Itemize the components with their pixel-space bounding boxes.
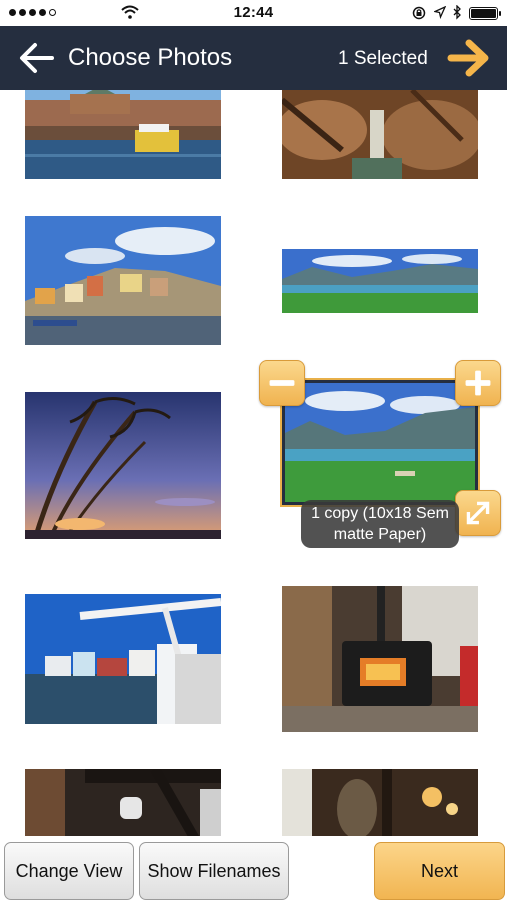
caption-line-1: 1 copy (10x18 Sem <box>311 505 449 522</box>
change-view-button[interactable]: Change View <box>4 842 134 900</box>
photo-thumbnail-valley[interactable] <box>282 249 478 313</box>
photo-thumbnail-harbor[interactable] <box>25 90 221 179</box>
photo-thumbnail-canyon[interactable] <box>282 90 478 179</box>
status-time: 12:44 <box>233 4 274 21</box>
print-option-caption[interactable]: 1 copy (10x18 Sem matte Paper) <box>301 500 459 548</box>
expand-photo-button[interactable] <box>455 490 501 536</box>
caption-line-2: matte Paper) <box>333 526 427 543</box>
next-button[interactable]: Next <box>374 842 505 900</box>
increase-copies-button[interactable] <box>455 360 501 406</box>
expand-icon <box>466 501 490 525</box>
selected-count: 1 Selected <box>338 48 428 69</box>
location-icon <box>434 6 446 19</box>
next-arrow-icon[interactable] <box>447 38 493 78</box>
back-arrow-icon[interactable] <box>18 41 56 75</box>
rotation-lock-icon <box>412 6 426 20</box>
photo-thumbnail-palm-sunset[interactable] <box>25 392 221 539</box>
photo-grid: 1 copy (10x18 Sem matte Paper) <box>0 90 507 836</box>
photo-thumbnail-interior[interactable] <box>25 769 221 836</box>
bluetooth-icon <box>453 5 461 20</box>
status-bar: 12:44 <box>0 0 507 26</box>
photo-thumbnail-village[interactable] <box>25 216 221 345</box>
plus-icon <box>465 370 491 396</box>
nav-header: Choose Photos 1 Selected <box>0 26 507 90</box>
minus-icon <box>269 380 295 386</box>
page-title: Choose Photos <box>68 44 233 71</box>
bottom-toolbar: Change View Show Filenames Next <box>0 836 507 900</box>
photo-thumbnail-seaside[interactable] <box>25 594 221 724</box>
show-filenames-button[interactable]: Show Filenames <box>139 842 289 900</box>
decrease-copies-button[interactable] <box>259 360 305 406</box>
photo-thumbnail-wood-stove[interactable] <box>282 586 478 732</box>
photo-thumbnail-mountain-lake-selected[interactable] <box>280 378 480 507</box>
photo-thumbnail-interior-lamps[interactable] <box>282 769 478 836</box>
battery-icon <box>469 7 501 20</box>
